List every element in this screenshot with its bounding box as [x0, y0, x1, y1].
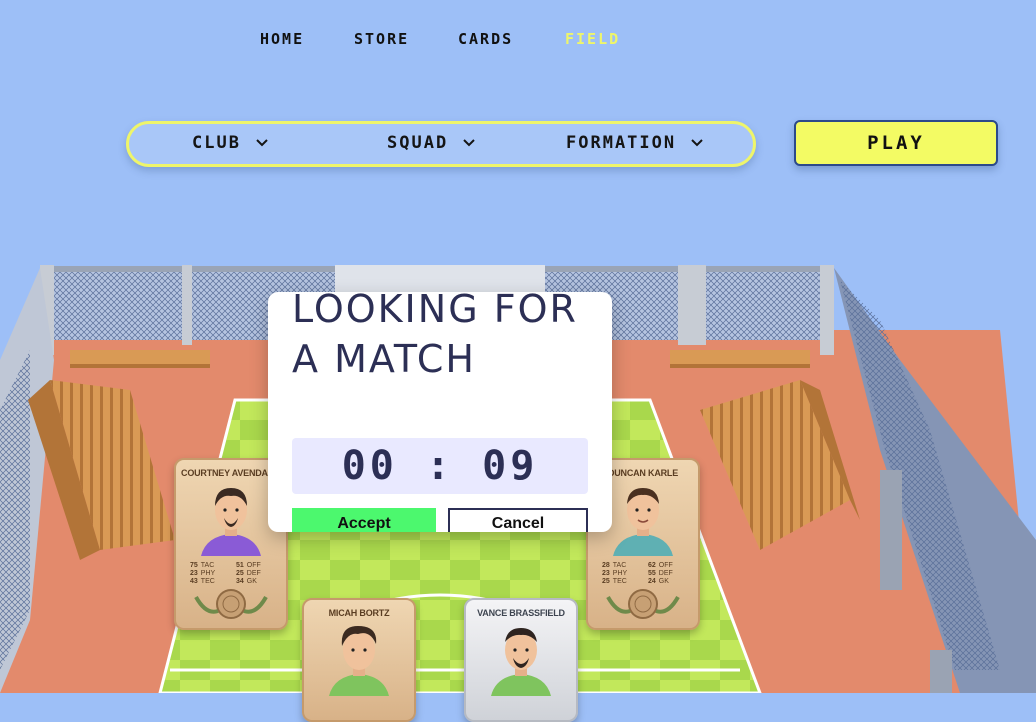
cancel-button[interactable]: Cancel [448, 508, 588, 532]
chevron-down-icon [256, 139, 268, 147]
squad-dropdown-label: SQUAD [387, 133, 449, 153]
player-avatar [613, 488, 673, 556]
player-avatar [329, 626, 389, 696]
player-stats: 75 TAC 51 OFF 23 PHY 25 DEF 43 TEC 34 GK [190, 562, 261, 585]
club-dropdown[interactable]: CLUB [192, 133, 269, 153]
nav-home[interactable]: HOME [260, 30, 304, 48]
player-card-vance-brassfield[interactable]: VANCE BRASSFIELD [464, 598, 578, 722]
player-card-name: MICAH BORTZ [328, 608, 390, 618]
chevron-down-icon [463, 139, 475, 147]
modal-title: LOOKING FOR A MATCH [292, 292, 578, 381]
formation-dropdown[interactable]: FORMATION [566, 133, 704, 153]
player-stats: 28 TAC 62 OFF 23 PHY 55 DEF 25 TEC 24 GK [602, 562, 673, 585]
chevron-down-icon [691, 139, 703, 147]
player-avatar [491, 628, 551, 696]
nav-cards[interactable]: CARDS [458, 30, 513, 48]
player-avatar [201, 488, 261, 556]
matchmaking-modal: LOOKING FOR A MATCH 00 : 09 Accept Cance… [268, 292, 612, 532]
match-timer: 00 : 09 [292, 438, 588, 494]
club-dropdown-label: CLUB [192, 133, 241, 153]
player-card-micah-bortz[interactable]: MICAH BORTZ [302, 598, 416, 722]
accept-button[interactable]: Accept [292, 508, 436, 532]
player-card-name: VANCE BRASSFIELD [477, 608, 565, 618]
laurel-badge-icon [606, 589, 680, 619]
play-button[interactable]: PLAY [794, 120, 998, 166]
laurel-badge-icon [194, 589, 268, 619]
team-selector-bar: CLUB SQUAD FORMATION [126, 121, 756, 167]
formation-dropdown-label: FORMATION [566, 133, 677, 153]
top-nav: HOME STORE CARDS FIELD [0, 30, 1036, 54]
squad-dropdown[interactable]: SQUAD [387, 133, 476, 153]
nav-store[interactable]: STORE [354, 30, 409, 48]
nav-field[interactable]: FIELD [565, 30, 620, 48]
